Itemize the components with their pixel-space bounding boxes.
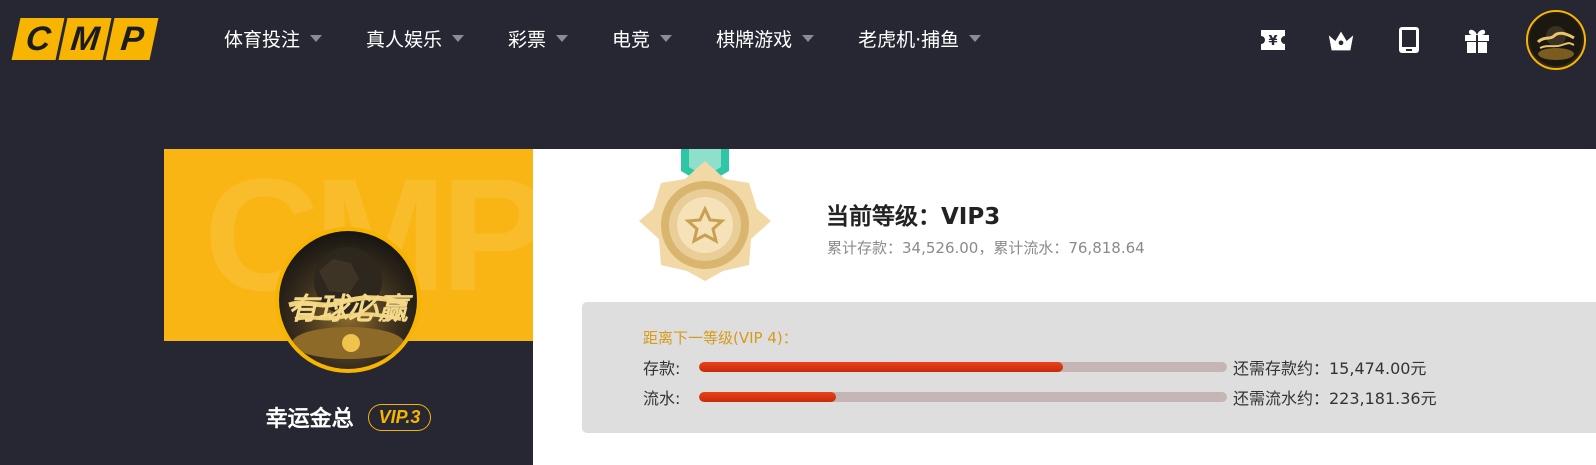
- deposit-progress-bar: [699, 362, 1227, 372]
- header-actions: ¥: [1258, 0, 1596, 80]
- nav-label: 老虎机·捕鱼: [858, 29, 960, 51]
- avatar-football-emblem-icon: 有球必赢: [288, 247, 414, 359]
- deposit-progress-fill: [699, 362, 1064, 372]
- nav-label: 棋牌游戏: [716, 29, 793, 51]
- next-level-progress: 距离下一等级(VIP 4)： 存款: 还需存款约：15,474.00元 流水: …: [582, 302, 1596, 433]
- turnover-progress-bar: [699, 392, 1227, 402]
- top-navigation-bar: C M P 体育投注 真人娱乐 彩票 电竞 棋牌游戏 老虎机·捕鱼 ¥: [0, 0, 1596, 80]
- medal-icon: [639, 149, 771, 281]
- nav-live-casino[interactable]: 真人娱乐: [366, 25, 465, 52]
- deposit-remaining: 还需存款约：15,474.00元: [1233, 359, 1427, 378]
- avatar-emblem-icon: [1530, 14, 1582, 66]
- chevron-down-icon: [660, 35, 673, 42]
- chevron-down-icon: [310, 35, 323, 42]
- profile-card: CMP 有球必赢 幸运金总 VIP.3: [164, 149, 533, 465]
- chevron-down-icon: [556, 35, 569, 42]
- username: 幸运金总: [265, 407, 354, 432]
- svg-text:¥: ¥: [1268, 34, 1277, 49]
- main-nav: 体育投注 真人娱乐 彩票 电竞 棋牌游戏 老虎机·捕鱼: [224, 25, 982, 52]
- deposit-label: 存款:: [643, 359, 681, 378]
- crown-icon[interactable]: [1326, 25, 1356, 55]
- vip-badge: VIP.3: [367, 403, 432, 431]
- vip-level-panel: 当前等级：VIP3 累计存款：34,526.00，累计流水：76,818.64 …: [533, 149, 1596, 465]
- nav-card-games[interactable]: 棋牌游戏: [716, 25, 815, 52]
- chevron-down-icon: [969, 35, 982, 42]
- nav-sports-betting[interactable]: 体育投注: [224, 25, 323, 52]
- turnover-progress-row: 流水: 还需流水约：223,181.36元: [643, 387, 1437, 408]
- chevron-down-icon: [802, 35, 815, 42]
- profile-avatar[interactable]: 有球必赢: [275, 227, 421, 373]
- logo-letter-m: M: [58, 18, 112, 60]
- turnover-label: 流水:: [643, 389, 681, 408]
- logo-letter-p: P: [105, 18, 159, 60]
- turnover-progress-fill: [699, 392, 837, 402]
- nav-label: 真人娱乐: [366, 29, 443, 51]
- current-level-title: 当前等级：VIP3: [826, 204, 1001, 230]
- svg-text:有球必赢: 有球必赢: [288, 292, 414, 327]
- turnover-remaining: 还需流水约：223,181.36元: [1233, 389, 1437, 408]
- tablet-icon[interactable]: [1394, 25, 1424, 55]
- nav-lottery[interactable]: 彩票: [508, 25, 569, 52]
- deposit-progress-row: 存款: 还需存款约：15,474.00元: [643, 357, 1427, 378]
- nav-slots-fishing[interactable]: 老虎机·捕鱼: [858, 25, 982, 52]
- ticket-yen-icon[interactable]: ¥: [1258, 25, 1288, 55]
- nav-label: 彩票: [508, 29, 547, 51]
- avatar-image: 有球必赢: [279, 231, 417, 369]
- username-row: 幸运金总 VIP.3: [164, 401, 533, 433]
- nav-label: 体育投注: [224, 29, 301, 51]
- gift-icon[interactable]: [1462, 25, 1492, 55]
- chevron-down-icon: [452, 35, 465, 42]
- nav-esports[interactable]: 电竞: [612, 25, 673, 52]
- nav-label: 电竞: [612, 29, 651, 51]
- next-level-label: 距离下一等级(VIP 4)：: [643, 329, 798, 347]
- logo-letter-c: C: [11, 18, 65, 60]
- cmp-logo[interactable]: C M P: [11, 18, 159, 60]
- user-avatar[interactable]: [1526, 10, 1586, 70]
- cumulative-stats: 累计存款：34,526.00，累计流水：76,818.64: [827, 239, 1145, 257]
